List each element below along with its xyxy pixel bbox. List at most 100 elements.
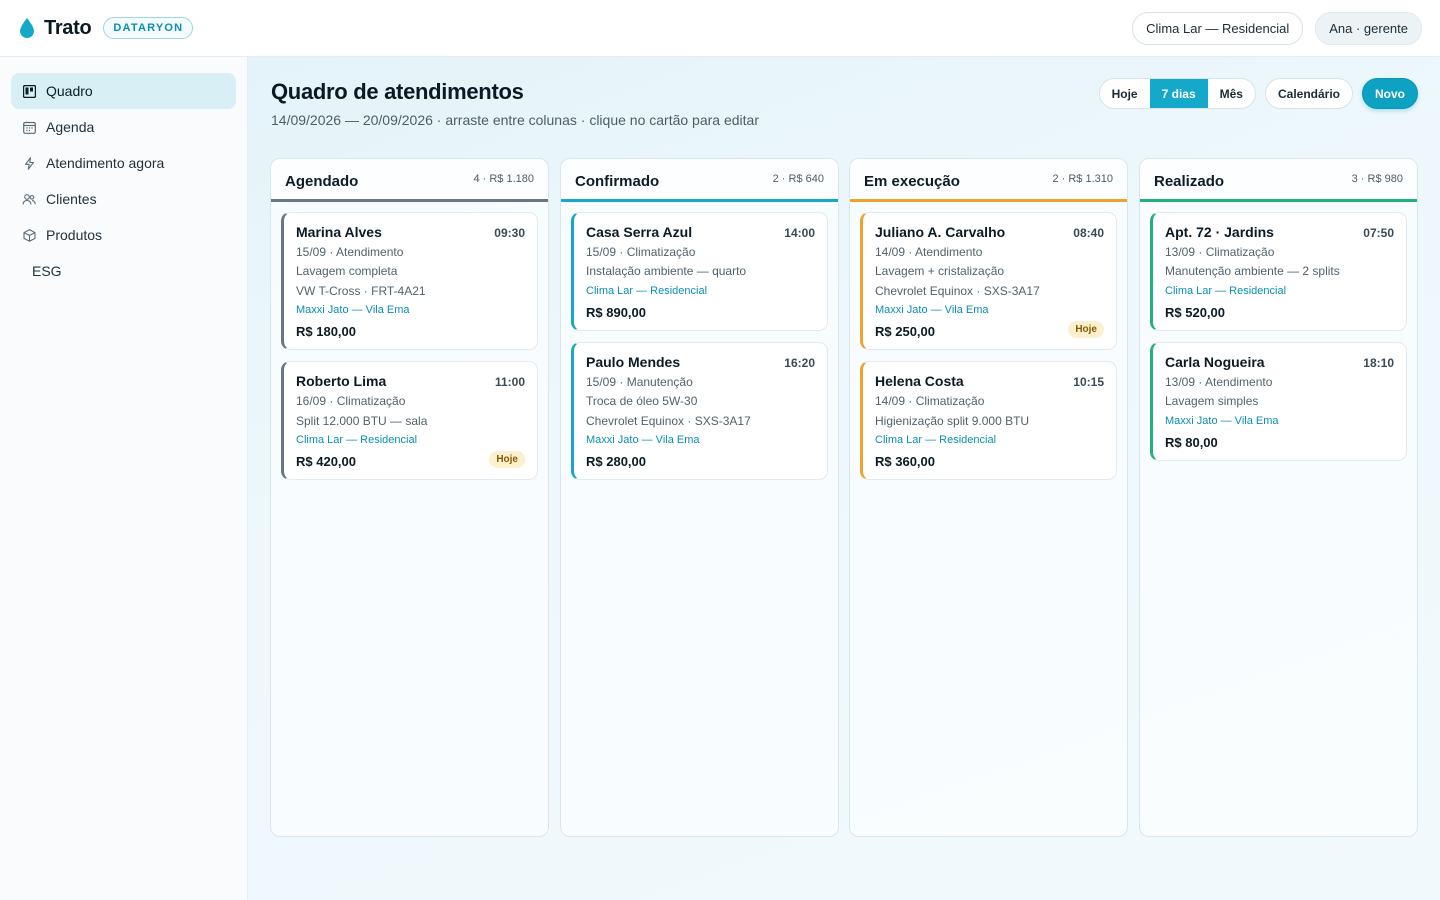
sidebar-item-quadro[interactable]: Quadro — [11, 73, 236, 109]
card-unit: Clima Lar — Residencial — [875, 433, 997, 446]
card-paulo-mendes[interactable]: Paulo Mendes 16:20 15/09 · Manutenção Tr… — [571, 341, 828, 480]
brand[interactable]: Trato DATARYON — [18, 16, 194, 40]
card-price: R$ 520,00 — [1165, 304, 1225, 320]
column-summary: 4 · R$ 1.180 — [473, 173, 534, 185]
card-time: 14:00 — [784, 226, 815, 240]
card-helena-costa[interactable]: Helena Costa 10:15 14/09 · Climatização … — [860, 361, 1117, 480]
workspace-selector[interactable]: Clima Lar — Residencial — [1132, 11, 1304, 45]
card-time: 18:10 — [1363, 355, 1394, 370]
sidebar: Quadro Agenda Atendimento agora Clientes… — [0, 57, 248, 900]
brand-name: Trato — [44, 16, 92, 39]
card-service: Manutenção ambiente — 2 splits — [1165, 264, 1340, 279]
range-month-button[interactable]: Mês — [1208, 79, 1255, 108]
page-title: Quadro de atendimentos — [271, 79, 524, 104]
new-button[interactable]: Novo — [1362, 78, 1418, 109]
column-title: Em execução — [864, 173, 960, 190]
sidebar-item-label: Quadro — [46, 83, 93, 99]
sidebar-item-label: ESG — [32, 263, 62, 279]
column-summary: 2 · R$ 640 — [772, 173, 824, 185]
card-date-type: 13/09 · Atendimento — [1165, 374, 1273, 389]
card-time: 10:15 — [1073, 375, 1104, 390]
box-icon — [22, 228, 36, 242]
card-time: 11:00 — [494, 375, 525, 390]
column-title: Agendado — [285, 173, 359, 190]
column-title: Realizado — [1154, 173, 1225, 190]
brand-tag: DATARYON — [103, 17, 194, 39]
card-unit: Maxxi Jato — Vila Ema — [1165, 414, 1279, 427]
card-vehicle: Chevrolet Equinox · SXS-3A17 — [586, 413, 751, 428]
sidebar-item-produtos[interactable]: Produtos — [11, 217, 236, 253]
sidebar-item-label: Produtos — [46, 227, 103, 243]
card-client: Juliano A. Carvalho — [875, 224, 1006, 240]
card-time: 09:30 — [494, 226, 525, 240]
card-date-type: 15/09 · Climatização — [586, 245, 696, 259]
card-client: Carla Nogueira — [1165, 353, 1265, 370]
sidebar-item-esg[interactable]: ESG — [11, 253, 236, 289]
card-date-type: 14/09 · Climatização — [875, 394, 985, 409]
sidebar-item-atendimento-agora[interactable]: Atendimento agora — [11, 145, 236, 181]
column-header: Em execução 2 · R$ 1.310 — [850, 159, 1127, 202]
card-client: Marina Alves — [296, 224, 382, 240]
today-badge: Hoje — [489, 450, 525, 468]
range-toggle: Hoje 7 dias Mês — [1098, 78, 1256, 109]
card-unit: Clima Lar — Residencial — [296, 433, 418, 446]
column-realizado[interactable]: Realizado 3 · R$ 980 Apt. 72 · Jardins 0… — [1139, 158, 1418, 837]
column-header: Confirmado 2 · R$ 640 — [561, 159, 838, 202]
card-client: Roberto Lima — [296, 373, 387, 390]
users-icon — [22, 192, 36, 206]
column-summary: 3 · R$ 980 — [1351, 173, 1403, 185]
card-vehicle: Chevrolet Equinox · SXS-3A17 — [875, 283, 1040, 298]
card-unit: Clima Lar — Residencial — [586, 284, 708, 297]
sidebar-item-clientes[interactable]: Clientes — [11, 181, 236, 217]
calendar-button[interactable]: Calendário — [1264, 78, 1353, 109]
card-casa-serra-azul[interactable]: Casa Serra Azul 14:00 15/09 · Climatizaç… — [571, 212, 828, 331]
card-juliano-carvalho[interactable]: Juliano A. Carvalho 08:40 14/09 · Atendi… — [860, 212, 1117, 351]
card-service: Split 12.000 BTU — sala — [296, 413, 428, 428]
card-date-type: 13/09 · Climatização — [1165, 245, 1275, 259]
sidebar-item-label: Clientes — [46, 191, 97, 207]
card-price: R$ 80,00 — [1165, 434, 1218, 450]
card-date-type: 15/09 · Atendimento — [296, 245, 404, 259]
card-unit: Maxxi Jato — Vila Ema — [296, 304, 410, 317]
card-apt-72-jardins[interactable]: Apt. 72 · Jardins 07:50 13/09 · Climatiz… — [1150, 212, 1407, 331]
water-drop-icon — [20, 18, 34, 38]
card-service: Lavagem + cristalização — [875, 264, 1005, 279]
bolt-icon — [22, 156, 36, 170]
card-price: R$ 890,00 — [586, 304, 646, 320]
card-service: Lavagem completa — [296, 264, 398, 279]
card-time: 07:50 — [1363, 226, 1394, 240]
main-area: Quadro de atendimentos 14/09/2026 — 20/0… — [248, 57, 1440, 900]
card-price: R$ 280,00 — [586, 453, 646, 469]
card-unit: Clima Lar — Residencial — [1165, 284, 1287, 297]
column-confirmado[interactable]: Confirmado 2 · R$ 640 Casa Serra Azul 14… — [560, 158, 839, 837]
card-client: Apt. 72 · Jardins — [1165, 224, 1274, 240]
card-date-type: 16/09 · Climatização — [296, 394, 406, 409]
column-agendado[interactable]: Agendado 4 · R$ 1.180 Marina Alves 09:30… — [270, 158, 549, 837]
board-icon — [22, 84, 36, 98]
card-vehicle: VW T-Cross · FRT-4A21 — [296, 283, 426, 298]
card-roberto-lima[interactable]: Roberto Lima 11:00 16/09 · Climatização … — [281, 361, 538, 480]
sidebar-item-agenda[interactable]: Agenda — [11, 109, 236, 145]
user-menu[interactable]: Ana · gerente — [1315, 11, 1422, 45]
card-marina-alves[interactable]: Marina Alves 09:30 15/09 · Atendimento L… — [281, 212, 538, 351]
sidebar-item-label: Agenda — [46, 119, 95, 135]
calendar-icon — [22, 120, 36, 134]
card-date-type: 14/09 · Atendimento — [875, 245, 983, 259]
card-carla-nogueira[interactable]: Carla Nogueira 18:10 13/09 · Atendimento… — [1150, 341, 1407, 461]
card-service: Troca de óleo 5W-30 — [586, 394, 698, 409]
range-week-button[interactable]: 7 dias — [1149, 79, 1208, 108]
column-summary: 2 · R$ 1.310 — [1052, 173, 1113, 185]
card-client: Paulo Mendes — [586, 353, 681, 370]
card-client: Helena Costa — [875, 373, 964, 390]
column-em-execucao[interactable]: Em execução 2 · R$ 1.310 Juliano A. Carv… — [849, 158, 1128, 837]
column-header: Realizado 3 · R$ 980 — [1140, 159, 1417, 202]
top-bar: Trato DATARYON Clima Lar — Residencial A… — [0, 0, 1440, 57]
card-price: R$ 360,00 — [875, 453, 935, 469]
card-service: Lavagem simples — [1165, 394, 1259, 409]
board-controls: Hoje 7 dias Mês Calendário Novo — [1098, 78, 1418, 109]
card-date-type: 15/09 · Manutenção — [586, 374, 693, 389]
card-client: Casa Serra Azul — [586, 224, 693, 240]
card-time: 08:40 — [1073, 226, 1104, 240]
card-unit: Maxxi Jato — Vila Ema — [586, 433, 700, 446]
range-today-button[interactable]: Hoje — [1100, 79, 1150, 108]
